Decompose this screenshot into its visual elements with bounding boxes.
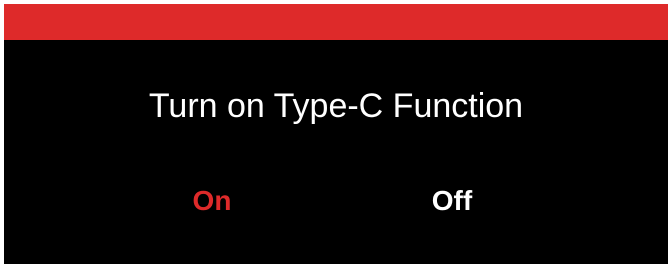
title-bar (4, 4, 668, 40)
type-c-dialog: Turn on Type-C Function On Off (4, 4, 668, 264)
on-option-button[interactable]: On (152, 184, 272, 218)
prompt-text: Turn on Type-C Function (148, 87, 524, 125)
off-option-button[interactable]: Off (392, 184, 512, 218)
